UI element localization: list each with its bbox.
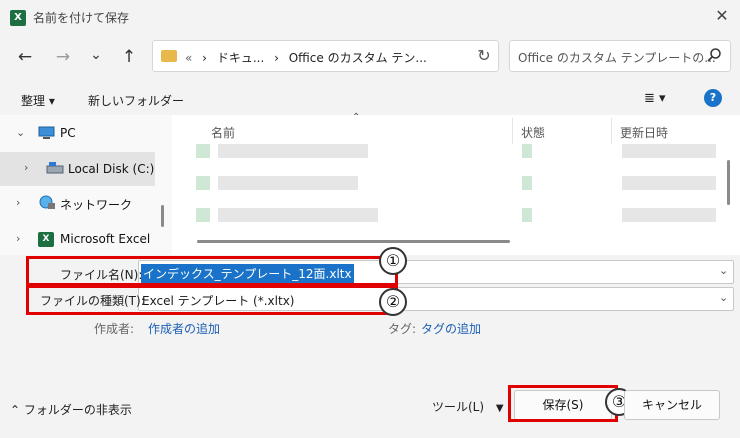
- column-header-modified[interactable]: 更新日時: [620, 124, 668, 141]
- horizontal-scrollbar[interactable]: [197, 240, 510, 243]
- add-tag-link[interactable]: タグの追加: [421, 320, 481, 337]
- nav-item-network[interactable]: › ネットワーク: [0, 187, 155, 221]
- window-title: 名前を付けて保存: [33, 11, 130, 25]
- breadcrumb-overflow[interactable]: «: [185, 51, 192, 65]
- breadcrumb-separator: ›: [202, 51, 207, 65]
- cancel-button[interactable]: キャンセル: [624, 390, 720, 420]
- back-button[interactable]: ←: [13, 45, 37, 69]
- nav-item-pc[interactable]: ⌄ PC: [0, 117, 155, 151]
- nav-item-local-disk[interactable]: › Local Disk (C:): [0, 152, 155, 186]
- search-placeholder: Office のカスタム テンプレートの...: [518, 51, 716, 65]
- column-header-name[interactable]: 名前: [211, 124, 235, 141]
- chevron-down-icon[interactable]: ⌄: [719, 291, 728, 304]
- excel-app-icon: X: [10, 10, 26, 26]
- recent-locations-button[interactable]: ⌄: [84, 43, 108, 67]
- nav-scrollbar[interactable]: [161, 205, 164, 227]
- up-button[interactable]: ↑: [117, 45, 141, 69]
- network-icon: [39, 195, 55, 209]
- excel-icon: X: [38, 232, 54, 247]
- refresh-icon[interactable]: ↻: [473, 45, 495, 67]
- file-name-label: ファイル名(N):: [60, 268, 143, 282]
- search-input[interactable]: Office のカスタム テンプレートの...: [509, 40, 731, 72]
- breadcrumb: « › ドキュ... › Office のカスタム テン...: [185, 49, 427, 66]
- chevron-down-icon[interactable]: ⌄: [16, 126, 25, 139]
- author-label: 作成者:: [94, 322, 135, 336]
- nav-item-label: PC: [60, 126, 76, 140]
- sort-arrow-icon: ⌃: [352, 112, 361, 123]
- breadcrumb-documents[interactable]: ドキュ...: [217, 51, 264, 65]
- nav-item-microsoft-excel[interactable]: › X Microsoft Excel: [0, 222, 155, 256]
- search-icon[interactable]: [706, 47, 722, 63]
- list-item[interactable]: [196, 172, 716, 194]
- annotation-marker-1: ①: [379, 247, 407, 275]
- tag-label: タグ:: [388, 322, 417, 336]
- breadcrumb-templates[interactable]: Office のカスタム テン...: [289, 51, 427, 65]
- close-icon[interactable]: ✕: [712, 6, 732, 26]
- chevron-down-icon[interactable]: ⌄: [719, 264, 728, 277]
- pc-icon: [38, 126, 55, 139]
- drive-icon: [46, 162, 64, 174]
- file-type-label: ファイルの種類(T):: [40, 294, 145, 308]
- annotation-marker-2: ②: [379, 288, 407, 316]
- file-list-scrollbar[interactable]: [727, 160, 730, 205]
- tools-menu[interactable]: ツール(L) ▼: [432, 398, 504, 415]
- add-author-link[interactable]: 作成者の追加: [148, 320, 220, 337]
- chevron-right-icon[interactable]: ›: [24, 161, 28, 174]
- chevron-right-icon[interactable]: ›: [16, 196, 20, 209]
- chevron-right-icon[interactable]: ›: [16, 232, 20, 245]
- nav-item-label: ネットワーク: [60, 198, 133, 212]
- folder-icon: [161, 50, 177, 62]
- column-header-status[interactable]: 状態: [521, 124, 545, 141]
- forward-button[interactable]: →: [51, 45, 75, 69]
- list-item[interactable]: [196, 140, 716, 162]
- help-icon[interactable]: ?: [704, 89, 722, 107]
- nav-item-label: Local Disk (C:): [68, 162, 155, 176]
- breadcrumb-separator: ›: [274, 51, 279, 65]
- highlight-box-save: [508, 385, 618, 422]
- organize-menu[interactable]: 整理 ▾: [21, 92, 55, 109]
- hide-folders-button[interactable]: ⌃ フォルダーの非表示: [10, 401, 132, 418]
- list-item[interactable]: [196, 204, 716, 226]
- view-options-button[interactable]: ≣ ▾: [644, 91, 666, 106]
- tools-label: ツール(L): [432, 400, 485, 414]
- dropdown-arrow-icon: ▼: [495, 403, 504, 414]
- nav-item-label: Microsoft Excel: [60, 232, 151, 246]
- address-bar[interactable]: « › ドキュ... › Office のカスタム テン... ↻: [152, 40, 499, 72]
- new-folder-button[interactable]: 新しいフォルダー: [88, 92, 184, 109]
